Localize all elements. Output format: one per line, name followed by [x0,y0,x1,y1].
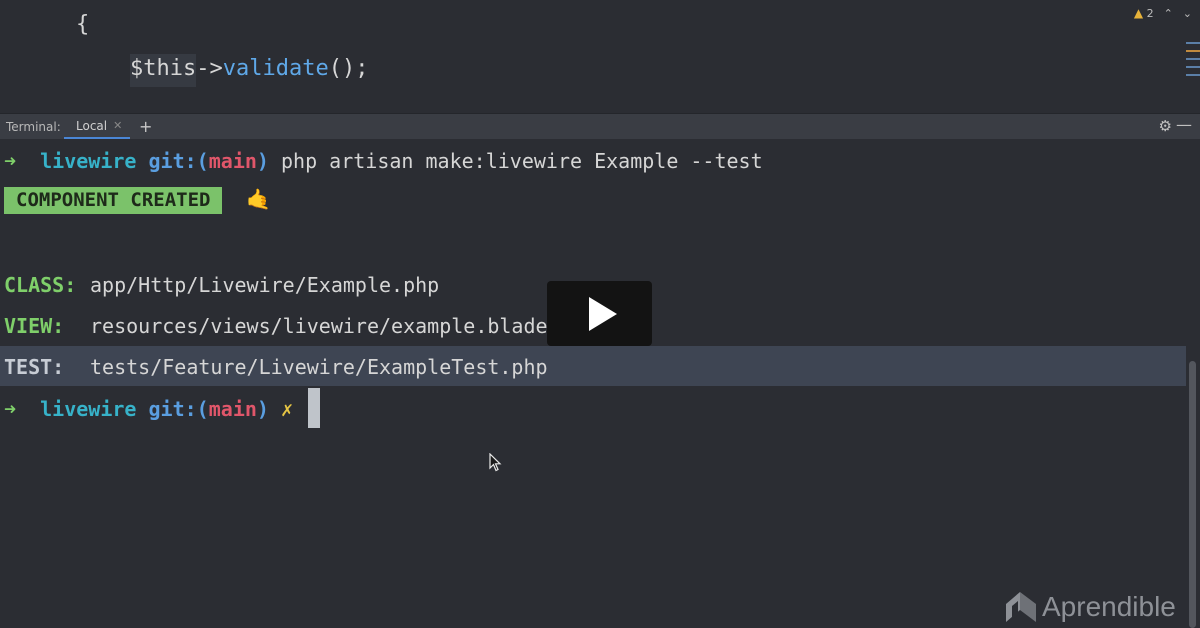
command-text: php artisan make:livewire Example --test [281,149,763,173]
row-value: app/Http/Livewire/Example.php [90,273,440,297]
terminal-scrollbar[interactable] [1189,361,1196,628]
terminal-output[interactable]: ➜ livewire git:(main) php artisan make:l… [0,139,1200,628]
prompt-arrow-icon: ➜ [4,149,17,173]
prompt-dir: livewire [40,397,137,421]
close-icon[interactable]: ✕ [113,119,122,132]
row-value: tests/Feature/Livewire/ExampleTest.php [90,355,548,379]
chevron-down-icon[interactable]: ⌄ [1183,7,1192,20]
terminal-cursor [308,388,320,428]
warning-icon: ▲ [1133,6,1144,20]
row-key: TEST: [4,355,65,379]
command-line: ➜ livewire git:(main) php artisan make:l… [4,149,763,173]
error-stripe [1186,36,1200,92]
dirty-mark: ✗ [281,397,294,421]
arrow-operator: -> [196,56,223,81]
code-line-brace: { [76,12,90,37]
prompt-arrow-icon: ➜ [4,397,17,421]
brand-name: Aprendible [1042,591,1176,622]
status-badge: COMPONENT CREATED [4,187,223,214]
mouse-pointer-icon [489,453,502,472]
git-suffix: ) [256,149,269,173]
output-row-class: CLASS: [4,273,76,297]
logo-icon [1006,592,1036,622]
row-key: VIEW: [4,314,65,338]
inspection-widget[interactable]: ▲ 2 ⌃ ⌄ [1134,6,1192,20]
warning-count: 2 [1146,7,1154,20]
output-row-test: TEST: [4,355,64,379]
tab-local-label: Local [76,118,108,133]
gear-icon[interactable]: ⚙ [1159,117,1172,135]
terminal-toolbar: Terminal: Local ✕ + ⚙ — [0,113,1200,139]
warning-indicator[interactable]: ▲ 2 [1134,6,1154,20]
code-line-validate: $this->validate(); [130,54,369,87]
git-branch: main [208,397,257,421]
code-editor[interactable]: { $this->validate(); ▲ 2 ⌃ ⌄ [0,0,1200,113]
row-value: resources/views/livewire/example.blade.p… [90,314,596,338]
brand-logo: Aprendible [1004,590,1176,624]
play-icon [588,296,617,331]
output-row-view: VIEW: [4,314,64,338]
terminal-label: Terminal: [6,120,61,134]
tab-local[interactable]: Local ✕ [64,114,131,139]
chevron-up-icon[interactable]: ⌃ [1164,7,1173,20]
play-button[interactable] [547,281,652,346]
this-variable: $this [130,54,197,87]
add-tab-button[interactable]: + [139,117,152,136]
prompt-line: ➜ livewire git:(main) ✗ [4,397,293,421]
call-me-hand-icon: 🤙 [246,187,271,211]
prompt-dir: livewire [40,149,137,173]
row-key: CLASS: [4,273,77,297]
git-branch: main [208,149,257,173]
call-tail: (); [328,56,369,81]
git-suffix: ) [256,397,269,421]
git-prefix: git:( [148,397,209,421]
git-prefix: git:( [148,149,209,173]
method-name: validate [222,56,329,81]
minimize-icon[interactable]: — [1176,115,1192,134]
